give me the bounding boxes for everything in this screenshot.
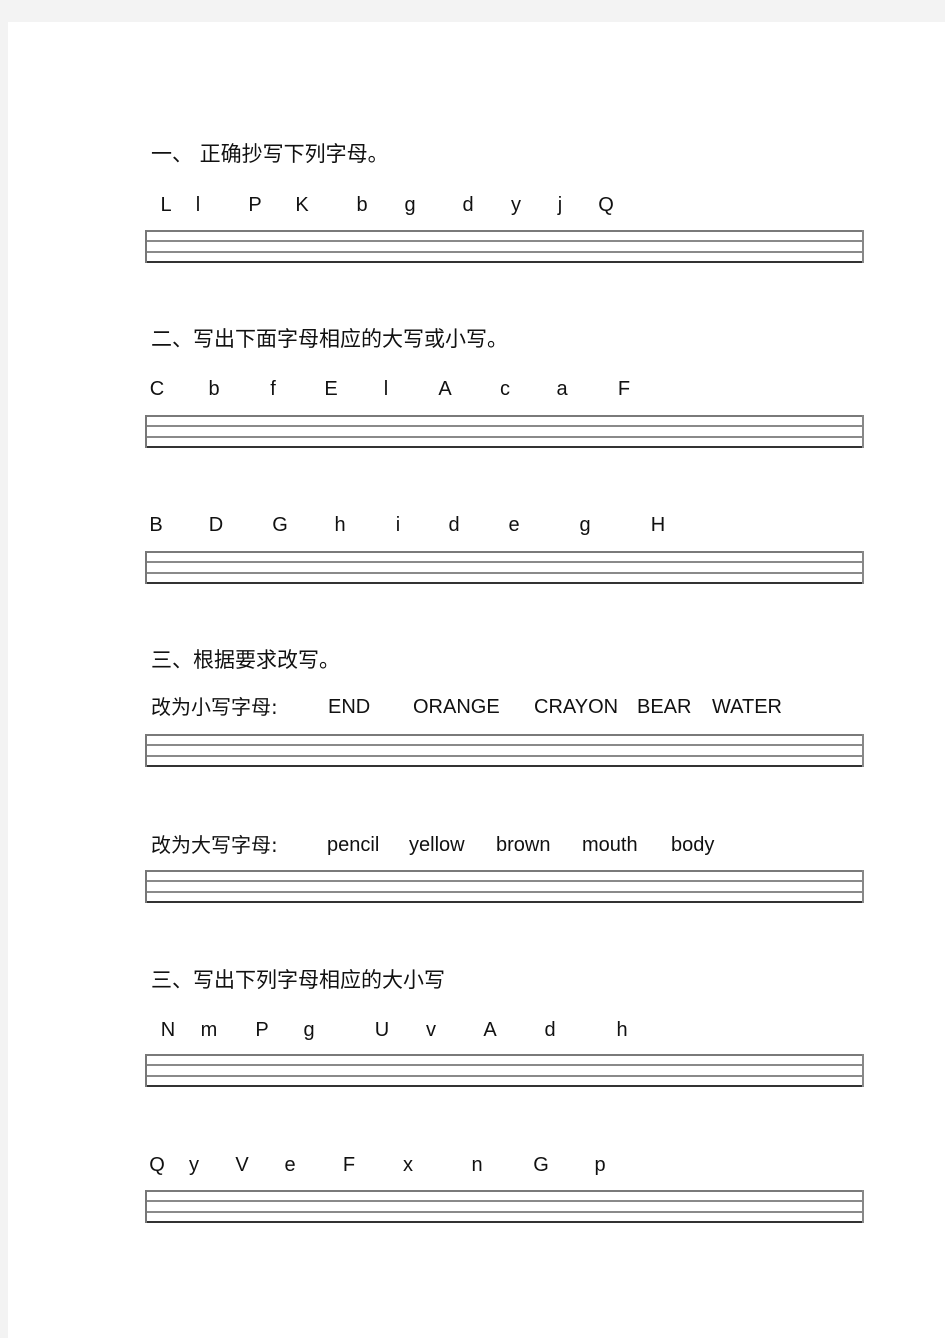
section-2-title: 二、写出下面字母相应的大写或小写。 <box>151 327 508 351</box>
letter: b <box>356 194 368 216</box>
section-3-title: 三、根据要求改写。 <box>151 648 340 672</box>
letter: e <box>284 1154 296 1176</box>
letter: d <box>462 194 474 216</box>
letter: h <box>616 1019 628 1041</box>
letter: d <box>448 514 460 536</box>
word: brown <box>496 834 551 856</box>
writing-lines[interactable] <box>145 551 864 584</box>
word: pencil <box>327 834 380 856</box>
letter: g <box>303 1019 315 1041</box>
letter: e <box>508 514 520 536</box>
letter: g <box>404 194 416 216</box>
word: body <box>671 834 715 856</box>
to-lowercase-label: 改为小写字母: <box>151 695 278 719</box>
letter: U <box>374 1019 390 1041</box>
section-1-title: 一、 正确抄写下列字母。 <box>151 142 389 166</box>
letter: A <box>438 378 452 400</box>
letter: f <box>270 378 276 400</box>
word: BEAR <box>637 696 692 718</box>
letter: Q <box>149 1154 165 1176</box>
writing-lines[interactable] <box>145 870 864 903</box>
letter: D <box>208 514 224 536</box>
letter: K <box>295 194 309 216</box>
letter: F <box>342 1154 356 1176</box>
letter: n <box>471 1154 483 1176</box>
letter: v <box>426 1019 436 1041</box>
letter: V <box>235 1154 249 1176</box>
letter: G <box>272 514 288 536</box>
worksheet-page <box>8 22 945 1338</box>
writing-lines[interactable] <box>145 734 864 767</box>
letter: x <box>403 1154 413 1176</box>
letter: h <box>334 514 346 536</box>
letter: F <box>617 378 631 400</box>
letter: b <box>208 378 220 400</box>
writing-lines[interactable] <box>145 230 864 263</box>
letter: B <box>149 514 163 536</box>
letter: c <box>500 378 510 400</box>
letter: l <box>383 378 389 400</box>
letter: E <box>324 378 338 400</box>
letter: y <box>511 194 521 216</box>
letter: m <box>200 1019 218 1041</box>
letter: p <box>594 1154 606 1176</box>
letter: g <box>579 514 591 536</box>
letter: a <box>556 378 568 400</box>
letter: N <box>160 1019 176 1041</box>
letter: Q <box>598 194 614 216</box>
section-4-title: 三、写出下列字母相应的大小写 <box>151 968 445 992</box>
letter: G <box>533 1154 549 1176</box>
letter: i <box>395 514 401 536</box>
writing-lines[interactable] <box>145 415 864 448</box>
letter: H <box>650 514 666 536</box>
word: CRAYON <box>534 696 619 718</box>
writing-lines[interactable] <box>145 1054 864 1087</box>
word: WATER <box>712 696 782 718</box>
word: mouth <box>582 834 638 856</box>
letter: j <box>557 194 563 216</box>
to-uppercase-label: 改为大写字母: <box>151 833 278 857</box>
letter: d <box>544 1019 556 1041</box>
letter: L <box>160 194 172 216</box>
letter: P <box>248 194 262 216</box>
writing-lines[interactable] <box>145 1190 864 1223</box>
letter: l <box>195 194 201 216</box>
letter: C <box>149 378 165 400</box>
word: yellow <box>409 834 465 856</box>
letter: y <box>189 1154 199 1176</box>
letter: A <box>483 1019 497 1041</box>
word: END <box>328 696 371 718</box>
word: ORANGE <box>413 696 500 718</box>
letter: P <box>255 1019 269 1041</box>
